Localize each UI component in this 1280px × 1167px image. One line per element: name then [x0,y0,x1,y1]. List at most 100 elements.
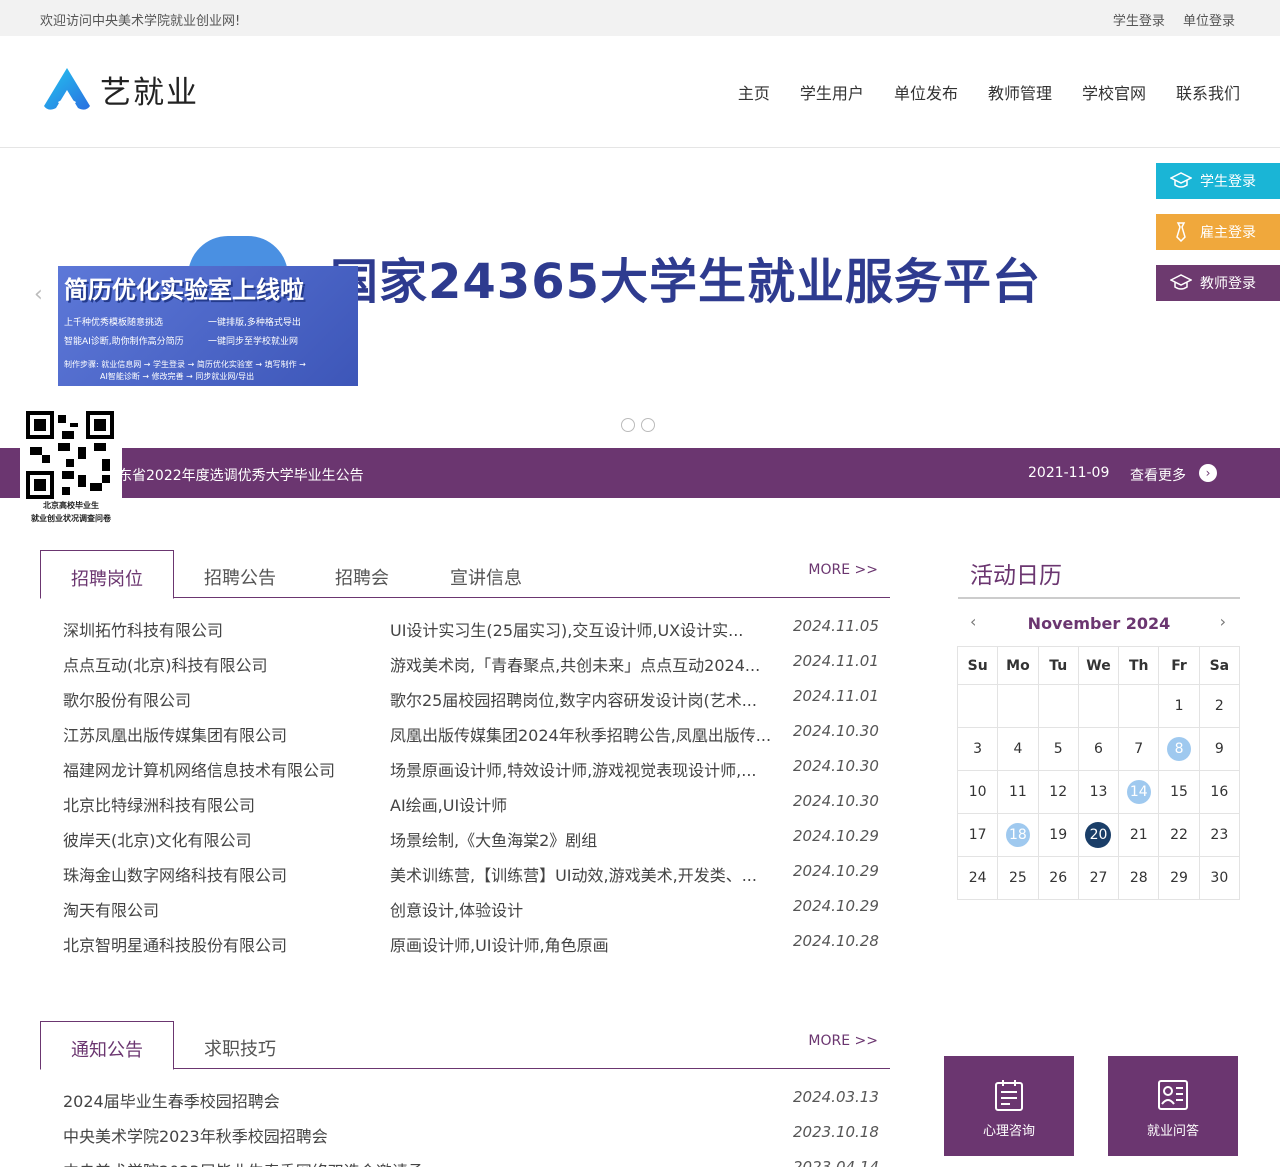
calendar-day[interactable]: 13 [1077,770,1120,814]
site-logo[interactable]: 艺就业 [42,66,199,112]
calendar-day[interactable]: 15 [1158,770,1200,814]
nav-school-site[interactable]: 学校官网 [1082,80,1146,104]
list-item[interactable]: 中央美术学院2023年秋季校园招聘会 2023.10.18 [63,1123,879,1158]
table-row[interactable]: 彼岸天(北京)文化有限公司 场景绘制,《大鱼海棠2》剧组 2024.10.29 [63,827,879,862]
job-qa-button[interactable]: 就业问答 [1108,1056,1238,1156]
company-name: 淘天有限公司 [63,901,160,920]
table-row[interactable]: 福建网龙计算机网络信息技术有限公司 场景原画设计师,特效设计师,游戏视觉表现设计师… [63,757,879,792]
list-item[interactable]: 中央美术学院2023届毕业生春季网络双选会邀请函 2023.04.14 [63,1158,879,1167]
table-row[interactable]: 江苏凤凰出版传媒集团有限公司 凤凰出版传媒集团2024年秋季招聘公告,凤凰出版传.… [63,722,879,757]
position-title: 原画设计师,UI设计师,角色原画 [390,936,609,955]
nav-home[interactable]: 主页 [738,80,770,104]
calendar-day-number: 30 [1210,870,1229,886]
calendar-day[interactable]: 22 [1158,813,1200,857]
calendar-day-number: 27 [1089,870,1108,886]
resume-lab-promo[interactable]: 简历优化实验室上线啦 上千种优秀模板随意挑选 一键排版,多种格式导出 智能AI诊… [58,266,358,386]
company-name: 彼岸天(北京)文化有限公司 [63,831,252,850]
table-row[interactable]: 深圳拓竹科技有限公司 UI设计实习生(25届实习),交互设计师,UX设计实... 2… [63,617,879,652]
nav-student[interactable]: 学生用户 [800,80,864,104]
calendar-day[interactable]: 30 [1198,856,1241,900]
calendar-day[interactable]: 3 [956,727,999,771]
banner-prev-arrow-icon[interactable]: ‹ [34,282,43,307]
calendar-day[interactable]: 11 [997,770,1039,814]
notice-more-link[interactable]: MORE >> [808,1033,878,1049]
calendar-day[interactable]: 17 [956,813,999,857]
chevron-right-icon[interactable]: › [1220,612,1226,631]
calendar-day[interactable]: 24 [956,856,999,900]
calendar-day[interactable]: 2 [1198,684,1241,728]
company-name: 北京比特绿洲科技有限公司 [63,796,256,815]
survey-qr-code[interactable]: 北京高校毕业生 就业创业状况调查问卷 [20,405,122,527]
hero-banner[interactable]: 国家24365大学生就业服务平台 简历优化实验室上线啦 上千种优秀模板随意挑选 … [0,148,1280,448]
tab-recruit-notice[interactable]: 招聘公告 [174,550,306,598]
nav-employer[interactable]: 单位发布 [894,80,958,104]
calendar-day-number: 25 [1009,870,1027,886]
table-row[interactable]: 北京智明星通科技股份有限公司 原画设计师,UI设计师,角色原画 2024.10.28 [63,932,879,967]
calendar-day-number: 15 [1170,784,1188,800]
company-name: 福建网龙计算机网络信息技术有限公司 [63,761,336,780]
top-student-login-link[interactable]: 学生登录 [1113,14,1165,29]
calendar-day[interactable]: 26 [1037,856,1079,900]
calendar-day[interactable]: 25 [997,856,1039,900]
calendar-week-row: 10 11 12 13 14 15 16 [956,770,1241,814]
calendar-day-number: 23 [1210,827,1229,843]
tab-notices[interactable]: 通知公告 [40,1021,174,1070]
calendar-day[interactable]: 23 [1198,813,1241,857]
banner-dot[interactable] [641,418,655,432]
table-row[interactable]: 点点互动(北京)科技有限公司 游戏美术岗,「青春聚点,共创未来」点点互动2024.… [63,652,879,687]
calendar-day[interactable]: 16 [1198,770,1241,814]
table-row[interactable]: 北京比特绿洲科技有限公司 AI绘画,UI设计师 2024.10.30 [63,792,879,827]
top-bar: 欢迎访问中央美术学院就业创业网! 学生登录 单位登录 [0,0,1280,36]
calendar-day[interactable]: 1 [1158,684,1200,728]
recruit-more-link[interactable]: MORE >> [808,562,878,578]
calendar-day[interactable]: 9 [1198,727,1241,771]
calendar-day[interactable]: 4 [997,727,1039,771]
calendar-day[interactable]: 28 [1118,856,1160,900]
tab-positions[interactable]: 招聘岗位 [40,550,174,599]
chevron-left-icon[interactable]: ‹ [970,612,976,631]
notice-strip-text[interactable]: 东省2022年度选调优秀大学毕业生公告 [118,465,364,485]
calendar-day[interactable]: 20 [1077,813,1120,857]
list-item[interactable]: 2024届毕业生春季校园招聘会 2024.03.13 [63,1088,879,1123]
position-title: 美术训练营,【训练营】UI动效,游戏美术,开发类、... [390,866,757,885]
tab-job-fair[interactable]: 招聘会 [306,550,418,598]
post-date: 2024.10.30 [793,757,879,775]
post-date: 2024.11.05 [793,617,879,635]
calendar-day[interactable]: 19 [1037,813,1079,857]
tab-info-session[interactable]: 宣讲信息 [418,550,554,598]
nav-teacher[interactable]: 教师管理 [988,80,1052,104]
calendar-day[interactable]: 6 [1077,727,1120,771]
calendar-day-number: 10 [968,784,987,800]
calendar-day[interactable]: 8 [1158,727,1200,771]
table-row[interactable]: 珠海金山数字网络科技有限公司 美术训练营,【训练营】UI动效,游戏美术,开发类、.… [63,862,879,897]
calendar-day[interactable]: 18 [997,813,1039,857]
student-login-button[interactable]: 学生登录 [1156,163,1280,199]
nav-contact[interactable]: 联系我们 [1176,80,1240,104]
calendar-day[interactable]: 12 [1037,770,1079,814]
promo-item: 一键排版,多种格式导出 [208,318,301,328]
banner-dot[interactable] [621,418,635,432]
psych-consult-button[interactable]: 心理咨询 [944,1056,1074,1156]
calendar-day[interactable]: 10 [956,770,999,814]
weekday-label: Sa [1198,646,1241,685]
calendar-day[interactable]: 21 [1118,813,1160,857]
arrow-right-icon[interactable]: › [1199,464,1217,482]
calendar-day[interactable]: 7 [1118,727,1160,771]
calendar-week-row: 3 4 5 6 7 8 9 [956,727,1241,771]
calendar-day[interactable]: 14 [1118,770,1160,814]
teacher-login-button[interactable]: 教师登录 [1156,265,1280,301]
table-row[interactable]: 淘天有限公司 创意设计,体验设计 2024.10.29 [63,897,879,932]
table-row[interactable]: 歌尔股份有限公司 歌尔25届校园招聘岗位,数字内容研发设计岗(艺术... 2024.… [63,687,879,722]
employer-login-button[interactable]: 雇主登录 [1156,214,1280,250]
calendar-day[interactable]: 5 [1037,727,1079,771]
calendar-day-number: 21 [1129,827,1148,843]
calendar-week-row: 24 25 26 27 28 29 30 [956,856,1241,900]
calendar-day[interactable]: 29 [1158,856,1200,900]
calendar-day-number: 28 [1129,870,1148,886]
top-employer-login-link[interactable]: 单位登录 [1183,14,1235,29]
recruit-tabs: 招聘岗位 招聘公告 招聘会 宣讲信息 MORE >> [40,550,890,599]
psych-consult-label: 心理咨询 [982,1124,1035,1139]
calendar-day[interactable]: 27 [1077,856,1120,900]
tab-job-tips[interactable]: 求职技巧 [174,1021,306,1069]
notice-strip-more-link[interactable]: 查看更多 [1130,465,1186,485]
